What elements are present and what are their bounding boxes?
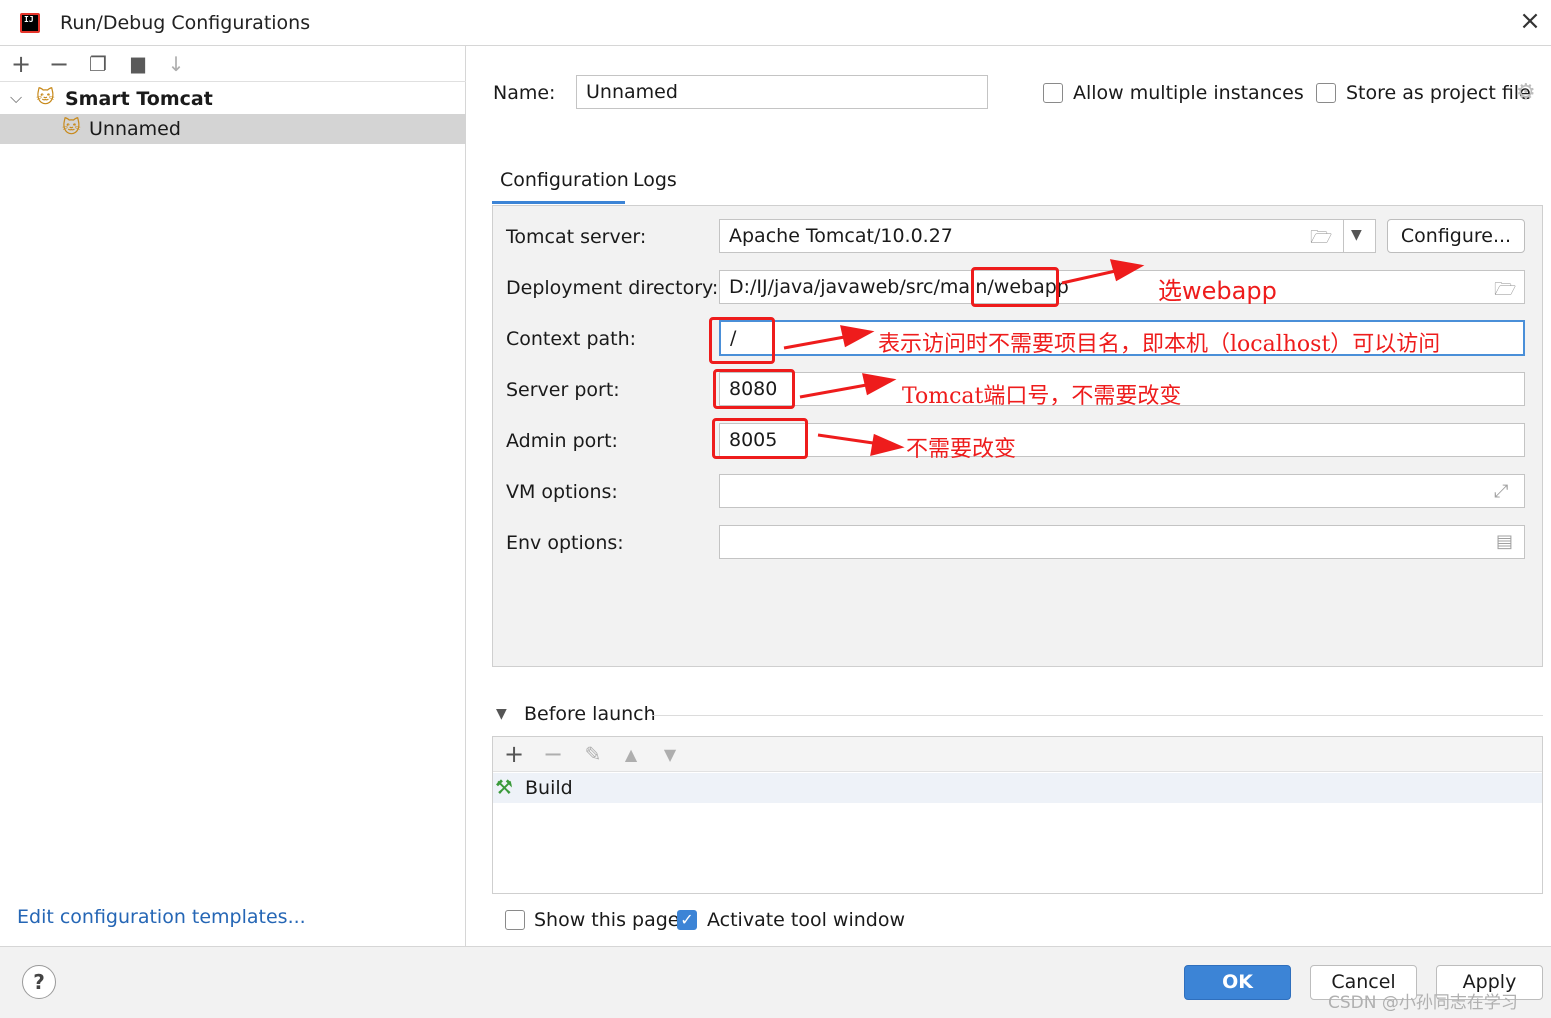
- watermark: CSDN @小孙同志在学习: [1328, 993, 1518, 1013]
- remove-task-icon[interactable]: −: [540, 742, 566, 768]
- activate-tool-window-checkbox[interactable]: ✓: [677, 910, 697, 930]
- before-launch-separator: [652, 715, 1543, 716]
- arrow-admin-port-head: [870, 433, 905, 457]
- help-button[interactable]: ?: [22, 965, 56, 999]
- move-down-icon[interactable]: ▼: [657, 743, 683, 769]
- before-launch-toolbar: [493, 737, 1542, 772]
- arrow-server-port-line: [799, 382, 873, 399]
- collapse-icon[interactable]: ▼: [496, 706, 507, 722]
- arrow-webapp-line: [1061, 268, 1121, 285]
- annotation-admin-port: 不需要改变: [906, 437, 1017, 462]
- arrow-admin-port-line: [817, 433, 881, 446]
- arrow-context-line: [783, 334, 851, 350]
- annotation-server-port: Tomcat端口号，不需要改变: [902, 384, 1182, 409]
- activate-tool-window-label: Activate tool window: [707, 909, 906, 931]
- build-task-label: Build: [525, 777, 573, 799]
- arrow-server-port-head: [862, 373, 897, 396]
- add-task-icon[interactable]: +: [501, 742, 527, 768]
- before-launch-title: Before launch: [524, 703, 656, 725]
- annotation-context: 表示访问时不需要项目名，即本机（localhost）可以访问: [878, 332, 1441, 357]
- edit-task-icon[interactable]: ✎: [580, 742, 606, 768]
- annotation-webapp: 选webapp: [1158, 277, 1277, 305]
- hammer-icon: ⚒: [495, 775, 513, 799]
- arrow-webapp-head: [1109, 259, 1145, 282]
- show-page-checkbox[interactable]: [505, 910, 525, 930]
- show-page-label: Show this page: [534, 909, 680, 931]
- ok-button[interactable]: OK: [1184, 965, 1291, 1000]
- move-up-icon[interactable]: ▲: [618, 743, 644, 769]
- before-launch-task-row[interactable]: ⚒ Build: [493, 773, 1542, 803]
- arrow-context-head: [840, 325, 875, 348]
